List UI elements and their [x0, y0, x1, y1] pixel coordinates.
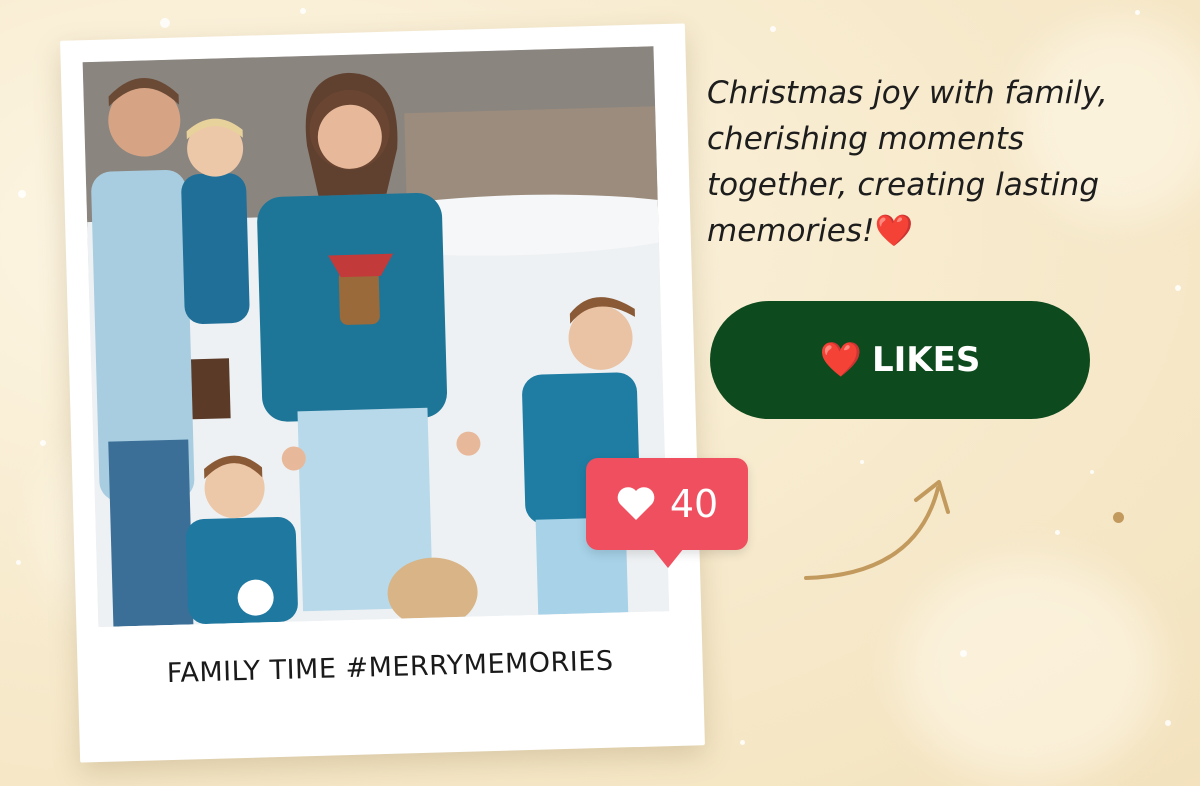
like-count: 40 — [669, 482, 719, 526]
curved-arrow-icon — [804, 480, 950, 580]
likes-button[interactable]: ❤️ LIKES — [710, 301, 1090, 419]
heart-emoji-icon: ❤️ — [874, 213, 914, 249]
like-count-badge: 40 — [586, 458, 748, 568]
decorative-dot — [1113, 512, 1124, 523]
photo-caption: FAMILY TIME #MERRYMEMORIES — [166, 645, 614, 690]
heart-emoji-icon: ❤️ — [819, 340, 862, 380]
heart-icon — [616, 486, 656, 522]
tagline: Christmas joy with family, cherishing mo… — [707, 70, 1147, 254]
family-photo — [82, 46, 670, 628]
polaroid-card: FAMILY TIME #MERRYMEMORIES — [60, 23, 705, 763]
likes-button-label: LIKES — [871, 340, 981, 380]
